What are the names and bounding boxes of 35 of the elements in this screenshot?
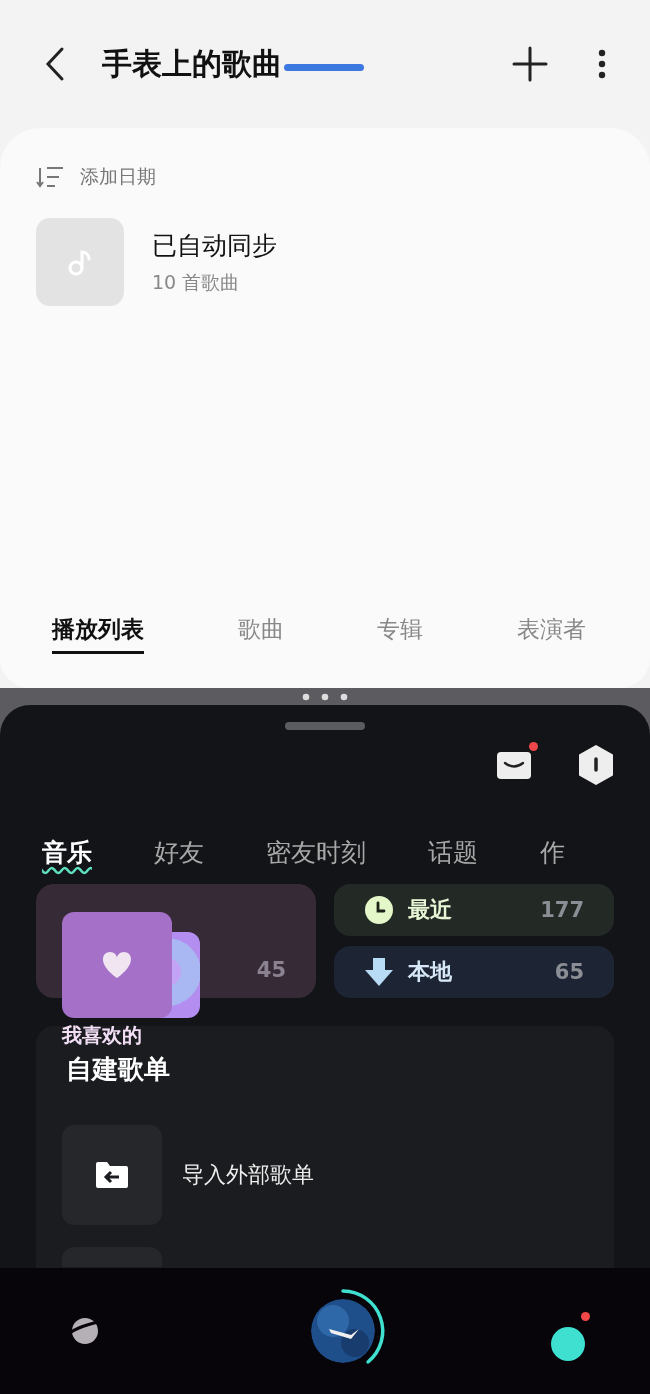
split-handle-icon[interactable] [300, 692, 350, 701]
tab[interactable]: 作 [540, 835, 565, 869]
shortcut-count: 65 [554, 960, 584, 984]
cover-stack-icon [62, 912, 200, 1018]
music-note-icon [36, 218, 124, 306]
download-arrow-icon [364, 957, 394, 987]
shortcut-count: 177 [540, 898, 584, 922]
shortcut-card[interactable]: 最近 177 [334, 884, 614, 936]
tab[interactable]: 播放列表 [52, 614, 144, 654]
favorites-count: 45 [256, 958, 286, 982]
list-item-label[interactable]: 导入外部歌单 [182, 1160, 314, 1190]
clock-icon [364, 895, 394, 925]
back-icon[interactable] [44, 46, 66, 82]
tab[interactable]: 密友时刻 [266, 835, 366, 869]
profile-icon[interactable] [550, 1326, 586, 1362]
shortcut-card[interactable]: 本地 65 [334, 946, 614, 998]
drag-handle[interactable] [285, 722, 365, 730]
tab[interactable]: 好友 [154, 835, 204, 869]
sort-label[interactable]: 添加日期 [80, 164, 156, 190]
tab[interactable]: 音乐 [42, 835, 92, 869]
import-tile[interactable] [62, 1125, 162, 1225]
favorites-label: 我喜欢的 [62, 1022, 142, 1049]
hexagon-icon[interactable] [578, 745, 614, 785]
add-icon[interactable] [512, 46, 548, 82]
tab[interactable]: 话题 [428, 835, 478, 869]
folder-import-icon [95, 1161, 129, 1189]
playlist-item[interactable]: 已自动同步 10 首歌曲 [36, 218, 614, 306]
mail-icon[interactable] [496, 750, 532, 780]
shortcut-label: 最近 [408, 896, 453, 924]
shortcut-label: 本地 [408, 958, 453, 986]
section-title: 自建歌单 [66, 1053, 171, 1086]
playlist-thumbnail[interactable] [62, 1247, 162, 1267]
more-icon[interactable] [598, 49, 606, 79]
sort-icon[interactable] [36, 166, 66, 188]
page-title: 手表上的歌曲 [102, 44, 282, 83]
